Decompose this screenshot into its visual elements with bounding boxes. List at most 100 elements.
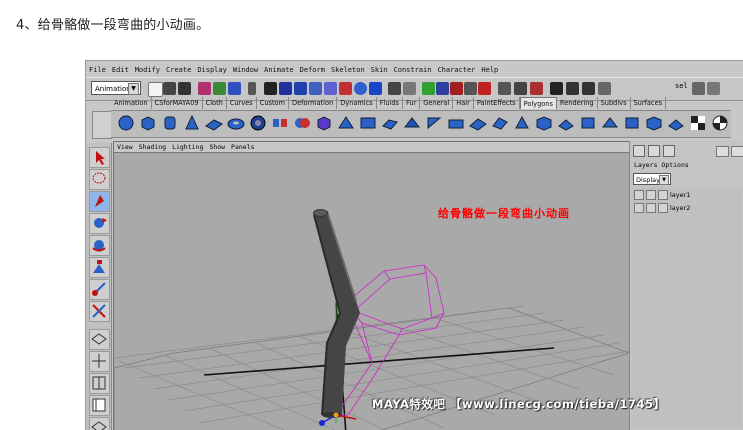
shelf-tab-csformaya09[interactable]: CSforMAYA09 (152, 97, 203, 109)
poly-collapse-icon[interactable] (557, 114, 575, 132)
poly-planar-map-icon[interactable] (601, 114, 619, 132)
snap-curve-icon[interactable] (436, 82, 449, 95)
poly-soften-edge-icon[interactable] (645, 114, 663, 132)
select-surfaces-icon[interactable] (309, 82, 322, 95)
chevron-down-icon[interactable]: ▼ (128, 83, 139, 95)
rotate-tool-icon[interactable] (89, 235, 110, 256)
select-component-icon[interactable] (228, 82, 241, 95)
poly-smooth-icon[interactable] (315, 114, 333, 132)
poly-mirror-icon[interactable] (359, 114, 377, 132)
poly-boolean-icon[interactable] (293, 114, 311, 132)
layer-color-swatch[interactable] (658, 202, 668, 213)
two-pane-layout-icon[interactable] (89, 373, 110, 394)
menu-constrain[interactable]: Constrain (394, 66, 432, 74)
viewport-menu-panels[interactable]: Panels (231, 142, 254, 152)
layer-visibility-toggle[interactable] (634, 189, 644, 200)
menu-create[interactable]: Create (166, 66, 191, 74)
shelf-tab-custom[interactable]: Custom (257, 97, 289, 109)
select-joints-icon[interactable] (279, 82, 292, 95)
select-dynamics-icon[interactable] (339, 82, 352, 95)
single-pane-layout-icon[interactable] (89, 329, 110, 350)
open-scene-icon[interactable] (163, 82, 176, 95)
last-tool-icon[interactable] (89, 301, 110, 322)
chevron-down-icon[interactable]: ▼ (659, 175, 669, 185)
persp-graph-layout-icon[interactable] (89, 417, 110, 430)
channel-box-icon[interactable] (707, 82, 720, 95)
scale-tool-icon[interactable] (89, 257, 110, 278)
shelf-tab-painteffects[interactable]: PaintEffects (474, 97, 520, 109)
layer-mode-select[interactable]: Display ▼ (633, 173, 671, 185)
poly-insert-edge-icon[interactable] (491, 114, 509, 132)
render-current-icon[interactable] (566, 82, 579, 95)
shelf-tab-rendering[interactable]: Rendering (557, 97, 598, 109)
manipulator-tool-icon[interactable] (89, 279, 110, 300)
poly-append-icon[interactable] (425, 114, 443, 132)
select-hierarchy-icon[interactable] (198, 82, 211, 95)
poly-cube-icon[interactable] (139, 114, 157, 132)
layer-row[interactable]: layer2 (634, 202, 690, 213)
layer-display-toggle[interactable] (646, 202, 656, 213)
layer-display-toggle[interactable] (646, 189, 656, 200)
poly-bridge-icon[interactable] (403, 114, 421, 132)
select-rendering-icon[interactable] (354, 82, 367, 95)
menu-file[interactable]: File (89, 66, 106, 74)
checker-sphere-icon[interactable] (711, 114, 729, 132)
shelf-tab-fur[interactable]: Fur (403, 97, 421, 109)
viewport-menu-view[interactable]: View (117, 142, 133, 152)
layer-color-swatch[interactable] (658, 189, 668, 200)
menu-set-select[interactable]: Animation ▼ (91, 81, 141, 95)
sidebar-toggle-icon[interactable] (692, 82, 705, 95)
poly-split-icon[interactable] (469, 114, 487, 132)
history-icon[interactable] (514, 82, 527, 95)
move-tool-icon[interactable] (89, 213, 110, 234)
viewport-menu-show[interactable]: Show (209, 142, 225, 152)
select-curves-icon[interactable] (294, 82, 307, 95)
ipr-render-icon[interactable] (582, 82, 595, 95)
shelf-tab-cloth[interactable]: Cloth (203, 97, 227, 109)
poly-uv-icon[interactable] (579, 114, 597, 132)
lasso-tool-icon[interactable] (89, 169, 110, 190)
snap-view-plane-icon[interactable] (464, 82, 477, 95)
layer-row[interactable]: layer1 (634, 189, 690, 200)
render-view-icon[interactable] (550, 82, 563, 95)
shelf-menu-button[interactable] (92, 111, 112, 139)
menu-deform[interactable]: Deform (300, 66, 325, 74)
poly-bevel-icon[interactable] (513, 114, 531, 132)
menu-edit[interactable]: Edit (112, 66, 129, 74)
save-scene-icon[interactable] (178, 82, 191, 95)
snap-grid-icon[interactable] (422, 82, 435, 95)
lock-selection-icon[interactable] (388, 82, 401, 95)
shelf-tab-curves[interactable]: Curves (227, 97, 257, 109)
select-deformations-icon[interactable] (324, 82, 337, 95)
select-tool-icon[interactable] (89, 147, 110, 168)
select-object-icon[interactable] (213, 82, 226, 95)
menu-animate[interactable]: Animate (264, 66, 294, 74)
new-layer-icon[interactable] (716, 146, 729, 157)
poly-merge-icon[interactable] (535, 114, 553, 132)
menu-window[interactable]: Window (233, 66, 258, 74)
construction-history-icon[interactable] (530, 82, 543, 95)
make-live-icon[interactable] (478, 82, 491, 95)
poly-cylinder-icon[interactable] (161, 114, 179, 132)
layer-menu-layers[interactable]: Layers (634, 161, 657, 169)
snap-point-icon[interactable] (450, 82, 463, 95)
menu-skin[interactable]: Skin (371, 66, 388, 74)
poly-sphere-icon[interactable] (117, 114, 135, 132)
four-pane-layout-icon[interactable] (89, 351, 110, 372)
layer-options-icon[interactable] (731, 146, 743, 157)
poly-combine-icon[interactable] (249, 114, 267, 132)
paint-select-tool-icon[interactable] (89, 191, 110, 212)
menu-display[interactable]: Display (197, 66, 227, 74)
poly-torus-icon[interactable] (227, 114, 245, 132)
menu-modify[interactable]: Modify (135, 66, 160, 74)
viewport-menu-shading[interactable]: Shading (139, 142, 166, 152)
poly-reduce-icon[interactable] (337, 114, 355, 132)
shelf-tab-general[interactable]: General (420, 97, 454, 109)
viewport-menu-lighting[interactable]: Lighting (172, 142, 203, 152)
shelf-tab-deformation[interactable]: Deformation (289, 97, 338, 109)
layer-visibility-toggle[interactable] (634, 202, 644, 213)
shelf-tab-subdivs[interactable]: Subdivs (598, 97, 631, 109)
menu-help[interactable]: Help (481, 66, 498, 74)
poly-harden-edge-icon[interactable] (667, 114, 685, 132)
layer-menu-options[interactable]: Options (661, 161, 688, 169)
